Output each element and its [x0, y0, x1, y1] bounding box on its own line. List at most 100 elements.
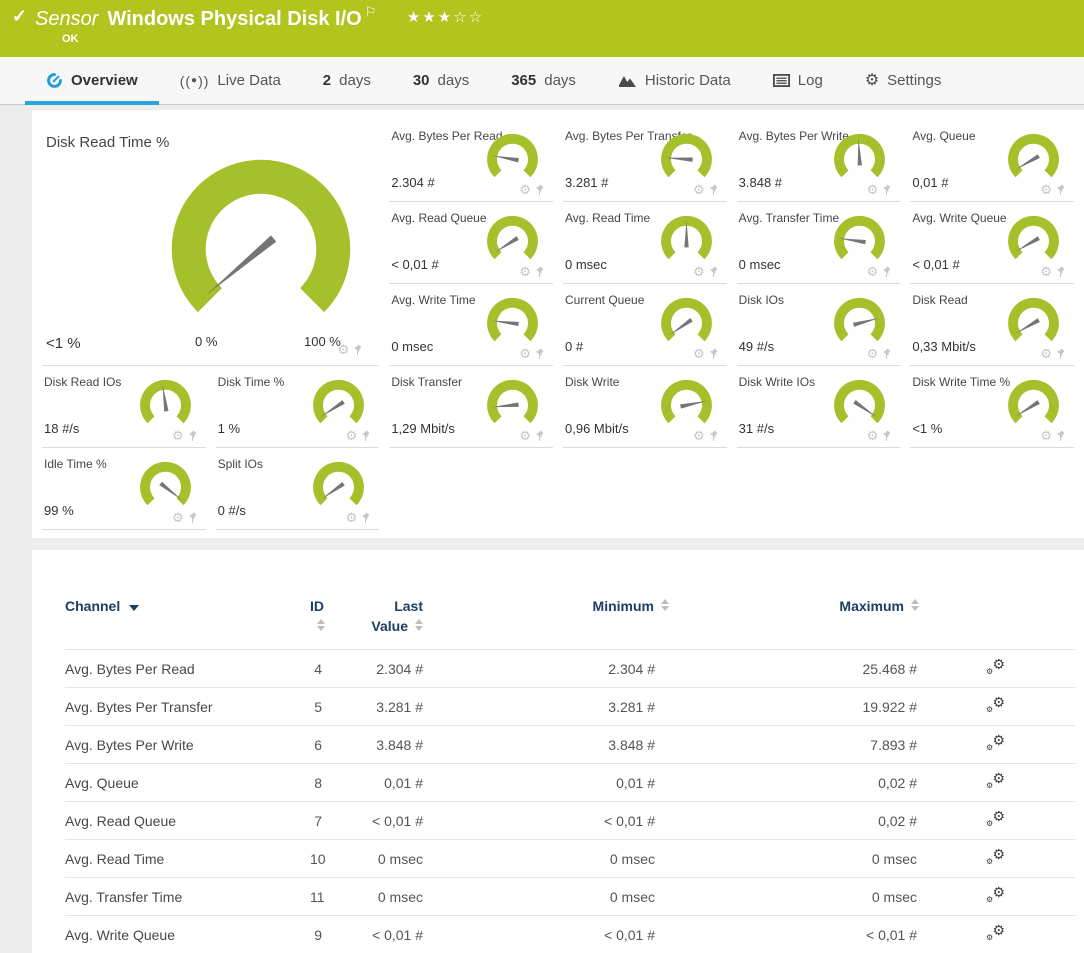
- tab-2-days[interactable]: 2days: [302, 57, 392, 104]
- gauge-settings-gear-icon[interactable]: ⚙: [519, 183, 531, 196]
- gauge-dial: [658, 377, 715, 425]
- gauge-avg-write-time: Avg. Write Time0 msec⚙: [389, 284, 553, 366]
- gauge-settings-gear-icon[interactable]: ⚙: [867, 347, 879, 360]
- channel-name: Avg. Queue: [65, 764, 310, 802]
- gauge-settings-gear-icon[interactable]: ⚙: [172, 511, 184, 524]
- tab-label: Historic Data: [645, 72, 731, 89]
- gauge-pin-icon[interactable]: [1055, 348, 1066, 360]
- gauge-pin-icon[interactable]: [187, 430, 198, 442]
- gauge-pin-icon[interactable]: [534, 430, 545, 442]
- channel-settings-gears-icon[interactable]: ⚙⚙: [985, 847, 1007, 867]
- channel-last-value: < 0,01 #: [370, 916, 475, 953]
- gauge-settings-gear-icon[interactable]: ⚙: [346, 429, 358, 442]
- column-header-last-value[interactable]: LastValue: [370, 596, 475, 650]
- channel-settings-gears-icon[interactable]: ⚙⚙: [985, 885, 1007, 905]
- tab-count: 2: [323, 72, 331, 89]
- tab-overview[interactable]: Overview: [25, 57, 159, 104]
- gauge-actions: ⚙: [519, 347, 545, 360]
- gauge-pin-icon[interactable]: [881, 430, 892, 442]
- column-header-channel[interactable]: Channel: [65, 596, 310, 650]
- channel-settings-gears-icon[interactable]: ⚙⚙: [985, 809, 1007, 829]
- channel-minimum: < 0,01 #: [475, 916, 705, 953]
- gauge-pin-icon[interactable]: [881, 184, 892, 196]
- channel-id: 8: [310, 764, 370, 802]
- tab-label: Overview: [71, 72, 138, 89]
- gauge-pin-icon[interactable]: [1055, 184, 1066, 196]
- table-row: Avg. Queue80,01 #0,01 #0,02 #⚙⚙: [65, 764, 1075, 802]
- gauge-pin-icon[interactable]: [881, 266, 892, 278]
- channel-settings-gears-icon[interactable]: ⚙⚙: [985, 733, 1007, 753]
- gauge-actions: ⚙: [1040, 183, 1066, 196]
- gauge-actions: ⚙: [867, 429, 893, 442]
- flag-icon[interactable]: ⚐: [365, 4, 377, 19]
- gauge-pin-icon[interactable]: [1055, 430, 1066, 442]
- gauge-title: Disk Read IOs: [44, 375, 121, 389]
- column-header-minimum[interactable]: Minimum: [475, 596, 705, 650]
- priority-stars[interactable]: ★★★☆☆: [407, 9, 484, 26]
- tab-live-data[interactable]: ((●))Live Data: [159, 57, 302, 104]
- gauge-settings-gear-icon[interactable]: ⚙: [693, 265, 705, 278]
- channel-settings-gears-icon[interactable]: ⚙⚙: [985, 923, 1007, 943]
- gauge-pin-icon[interactable]: [187, 512, 198, 524]
- gauge-settings-gear-icon[interactable]: ⚙: [172, 429, 184, 442]
- channel-maximum: < 0,01 #: [705, 916, 975, 953]
- tab-365-days[interactable]: 365days: [490, 57, 597, 104]
- column-header-maximum[interactable]: Maximum: [705, 596, 975, 650]
- gauge-settings-gear-icon[interactable]: ⚙: [693, 429, 705, 442]
- tab-label: days: [544, 72, 576, 89]
- tab-label: days: [438, 72, 470, 89]
- gauge-settings-gear-icon[interactable]: ⚙: [1040, 429, 1052, 442]
- gauge-settings-gear-icon[interactable]: ⚙: [693, 183, 705, 196]
- column-header-actions: [975, 596, 1075, 650]
- gauge-settings-gear-icon[interactable]: ⚙: [1040, 183, 1052, 196]
- gauge-actions: ⚙: [693, 265, 719, 278]
- gauge-settings-gear-icon[interactable]: ⚙: [346, 511, 358, 524]
- gauge-settings-gear-icon[interactable]: ⚙: [519, 429, 531, 442]
- gauge-scale-max-label: 100 %: [304, 334, 341, 349]
- gauge-title: Avg. Read Time: [565, 211, 650, 225]
- gauge-pin-icon[interactable]: [534, 348, 545, 360]
- channel-name: Avg. Bytes Per Write: [65, 726, 310, 764]
- gauge-pin-icon[interactable]: [360, 430, 371, 442]
- gauge-settings-gear-icon[interactable]: ⚙: [1040, 265, 1052, 278]
- sort-icon: [317, 619, 325, 631]
- tab-historic-data[interactable]: Historic Data: [597, 57, 752, 104]
- gauge-value: 0,01 #: [912, 175, 948, 190]
- gauge-pin-icon[interactable]: [534, 184, 545, 196]
- tab-30-days[interactable]: 30days: [392, 57, 490, 104]
- channel-settings-gears-icon[interactable]: ⚙⚙: [985, 657, 1007, 677]
- gauge-pin-icon[interactable]: [360, 512, 371, 524]
- gauge-settings-gear-icon[interactable]: ⚙: [867, 429, 879, 442]
- gauge-value: 31 #/s: [739, 421, 774, 436]
- gauge-settings-gear-icon[interactable]: ⚙: [519, 347, 531, 360]
- gauge-title: Disk Time %: [218, 375, 285, 389]
- gauge-pin-icon[interactable]: [881, 348, 892, 360]
- gauge-pin-icon[interactable]: [708, 348, 719, 360]
- gauge-pin-icon[interactable]: [352, 344, 363, 356]
- gauge-settings-gear-icon[interactable]: ⚙: [867, 183, 879, 196]
- channel-last-value: 2.304 #: [370, 650, 475, 688]
- channel-settings-gears-icon[interactable]: ⚙⚙: [985, 695, 1007, 715]
- gauge-settings-gear-icon[interactable]: ⚙: [519, 265, 531, 278]
- channel-id: 6: [310, 726, 370, 764]
- gauge-settings-gear-icon[interactable]: ⚙: [338, 343, 350, 356]
- channel-maximum: 19.922 #: [705, 688, 975, 726]
- gauge-pin-icon[interactable]: [708, 430, 719, 442]
- gauge-pin-icon[interactable]: [708, 266, 719, 278]
- channel-actions-cell: ⚙⚙: [975, 916, 1075, 953]
- gauge-title: Avg. Write Queue: [912, 211, 1006, 225]
- tab-settings[interactable]: ⚙Settings: [844, 57, 963, 104]
- tab-log[interactable]: Log: [752, 57, 844, 104]
- gauge-settings-gear-icon[interactable]: ⚙: [867, 265, 879, 278]
- gauge-pin-icon[interactable]: [1055, 266, 1066, 278]
- gauge-pin-icon[interactable]: [534, 266, 545, 278]
- gauge-settings-gear-icon[interactable]: ⚙: [1040, 347, 1052, 360]
- gauge-settings-gear-icon[interactable]: ⚙: [693, 347, 705, 360]
- channel-name: Avg. Bytes Per Read: [65, 650, 310, 688]
- gauges-panel: Disk Read Time %0 %100 %<1 %⚙Avg. Bytes …: [32, 110, 1084, 538]
- channel-settings-gears-icon[interactable]: ⚙⚙: [985, 771, 1007, 791]
- gauge-pin-icon[interactable]: [708, 184, 719, 196]
- column-header-id[interactable]: ID: [310, 596, 370, 650]
- channel-name: Avg. Read Queue: [65, 802, 310, 840]
- gauge-title: Avg. Transfer Time: [739, 211, 839, 225]
